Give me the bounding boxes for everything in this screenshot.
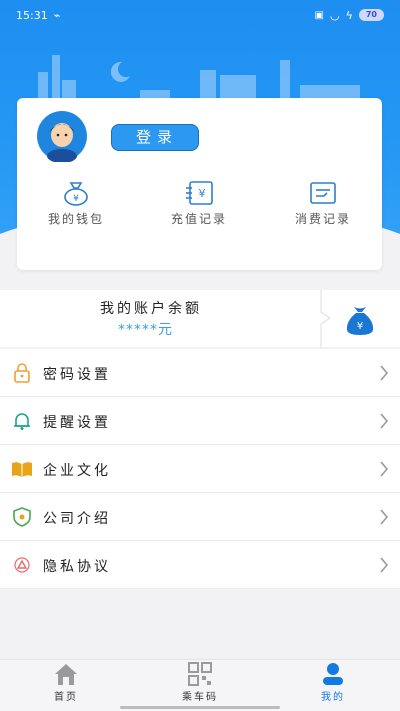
quick-action-label: 充值记录 xyxy=(170,212,227,226)
status-time: 15:31 xyxy=(16,8,48,22)
divider-arrow xyxy=(320,290,331,347)
menu-item-label: 公司介绍 xyxy=(43,511,111,527)
battery-indicator: 70 xyxy=(358,9,384,21)
usb-icon: ⌁ xyxy=(53,8,61,22)
nfc-icon: ▣ xyxy=(314,9,324,21)
tab-mine[interactable]: 我的 xyxy=(293,662,373,703)
tab-label: 乘车码 xyxy=(182,692,218,703)
chevron-right-icon xyxy=(380,557,389,573)
lock-icon xyxy=(14,363,30,383)
shield-icon xyxy=(13,507,31,527)
wifi-icon: ◡ xyxy=(329,8,340,22)
svg-text:¥: ¥ xyxy=(73,194,79,204)
tab-home[interactable]: 首页 xyxy=(26,662,106,703)
charging-icon: ϟ xyxy=(345,8,353,22)
profile-card: 登录 ¥ 我的钱包 ¥ 充值记录 消费记录 xyxy=(17,98,382,270)
login-button[interactable]: 登录 xyxy=(111,124,199,151)
menu-item-privacy-agreement[interactable]: 隐私协议 xyxy=(0,541,400,589)
quick-action-label: 消费记录 xyxy=(294,212,351,226)
avatar[interactable] xyxy=(29,110,95,162)
svg-text:¥: ¥ xyxy=(357,321,363,332)
consumption-record-icon xyxy=(310,182,336,204)
wallet-icon: ¥ xyxy=(64,182,88,206)
tab-label: 首页 xyxy=(54,692,78,703)
menu-item-reminder-settings[interactable]: 提醒设置 xyxy=(0,397,400,445)
tab-ride-code[interactable]: 乘车码 xyxy=(160,662,240,703)
account-balance-panel[interactable]: 我的账户余额 *****元 ¥ xyxy=(0,290,400,347)
svg-text:¥: ¥ xyxy=(199,187,206,200)
menu-item-label: 隐私协议 xyxy=(43,559,111,575)
quick-action-label: 我的钱包 xyxy=(47,212,104,226)
menu-item-corporate-culture[interactable]: 企业文化 xyxy=(0,445,400,493)
balance-value: *****元 xyxy=(118,322,173,338)
quick-action-wallet[interactable]: ¥ 我的钱包 xyxy=(26,180,126,227)
home-icon xyxy=(55,664,77,685)
status-bar: 15:31 ⌁ ▣ ◡ ϟ 70 xyxy=(0,0,400,30)
menu-item-company-intro[interactable]: 公司介绍 xyxy=(0,493,400,541)
chevron-right-icon xyxy=(380,413,389,429)
money-bag-icon: ¥ xyxy=(346,307,374,335)
menu-item-label: 企业文化 xyxy=(43,463,111,479)
menu-item-password-settings[interactable]: 密码设置 xyxy=(0,349,400,397)
chevron-right-icon xyxy=(380,365,389,381)
book-icon xyxy=(12,462,32,477)
recharge-record-icon: ¥ xyxy=(186,181,213,205)
balance-title: 我的账户余额 xyxy=(100,301,202,317)
quick-action-recharge-record[interactable]: ¥ 充值记录 xyxy=(149,180,249,227)
home-indicator xyxy=(120,706,280,709)
bell-icon xyxy=(14,413,30,430)
menu-item-label: 提醒设置 xyxy=(43,415,111,431)
chevron-right-icon xyxy=(380,461,389,477)
privacy-icon xyxy=(14,557,30,573)
chevron-right-icon xyxy=(380,509,389,525)
tab-label: 我的 xyxy=(321,692,345,703)
settings-menu: 密码设置 提醒设置 企业文化 公司介绍 隐私协议 xyxy=(0,349,400,589)
user-icon xyxy=(323,663,343,685)
bottom-navigation: 首页 乘车码 我的 xyxy=(0,659,400,711)
menu-item-label: 密码设置 xyxy=(43,367,111,383)
qr-code-icon xyxy=(188,662,212,686)
quick-action-consumption-record[interactable]: 消费记录 xyxy=(273,180,373,227)
